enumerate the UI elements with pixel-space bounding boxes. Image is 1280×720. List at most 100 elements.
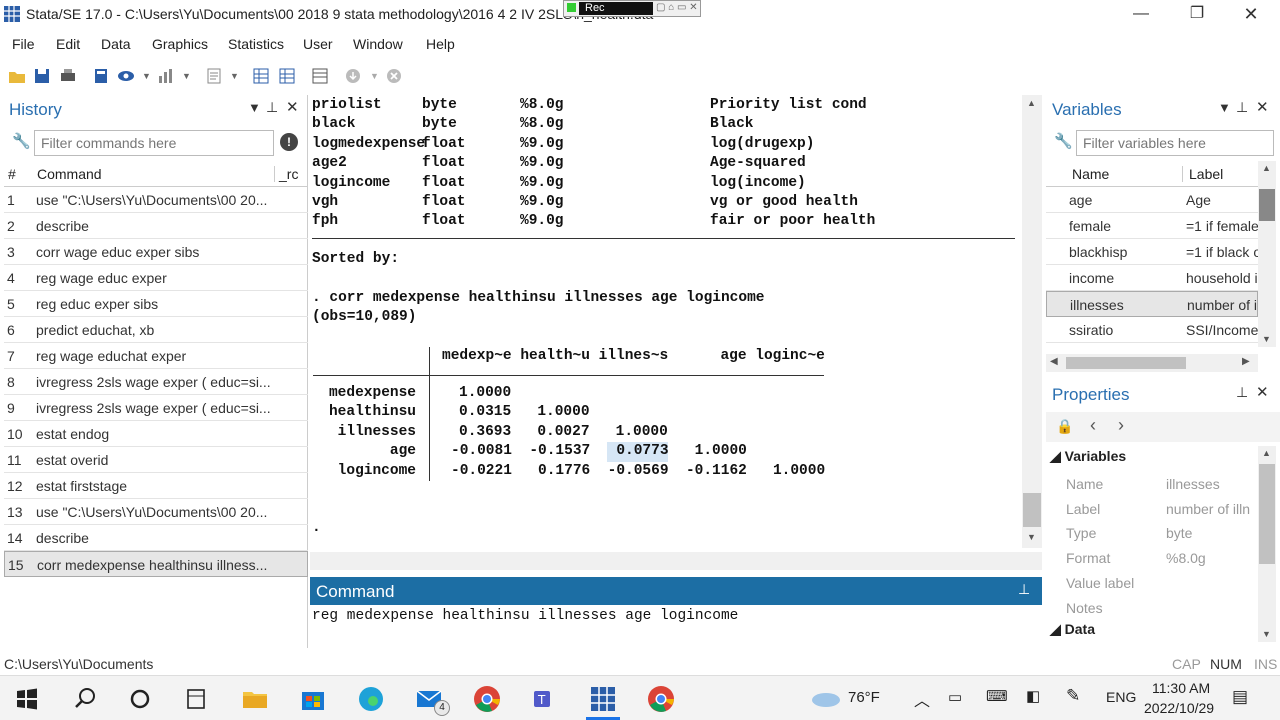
open-folder-icon[interactable]: [7, 66, 27, 86]
chevron-down-icon[interactable]: ▼: [142, 71, 151, 81]
scroll-down-icon[interactable]: ▼: [1027, 532, 1036, 542]
recorder-widget[interactable]: Rec ▢ ⌂ ▭ ✕: [563, 0, 701, 17]
scroll-thumb[interactable]: [1259, 464, 1275, 564]
scroll-thumb[interactable]: [1066, 357, 1186, 369]
notifications-icon[interactable]: ▤: [1232, 687, 1248, 707]
more-icon[interactable]: [343, 66, 363, 86]
tray-chevron-icon[interactable]: ︿: [914, 687, 930, 711]
scroll-up-icon[interactable]: ▲: [1262, 448, 1271, 458]
pen-icon[interactable]: ✎: [1066, 686, 1080, 706]
battery-icon[interactable]: ▭: [948, 688, 962, 706]
close-button[interactable]: ✕: [1228, 0, 1274, 30]
menu-statistics[interactable]: Statistics: [228, 36, 284, 52]
history-row[interactable]: 10 estat endog: [4, 421, 308, 447]
clock-date[interactable]: 2022/10/29: [1144, 700, 1214, 716]
property-row[interactable]: Notes: [1046, 597, 1258, 622]
wrench-icon[interactable]: 🔧: [1054, 132, 1073, 150]
weather-cloud-icon[interactable]: [810, 688, 842, 708]
menu-user[interactable]: User: [303, 36, 333, 52]
log-icon[interactable]: [91, 66, 111, 86]
history-row[interactable]: 9 ivregress 2sls wage exper ( educ=si...: [4, 395, 308, 421]
history-row[interactable]: 6 predict educhat, xb: [4, 317, 308, 343]
scroll-right-icon[interactable]: ▶: [1242, 356, 1250, 367]
menu-graphics[interactable]: Graphics: [152, 36, 208, 52]
property-row[interactable]: Type byte: [1046, 522, 1258, 547]
do-file-editor-icon[interactable]: [204, 66, 224, 86]
back-icon[interactable]: ‹: [1090, 415, 1096, 436]
variable-row[interactable]: ssiratio SSI/Income: [1046, 317, 1258, 343]
file-explorer-icon[interactable]: [240, 684, 270, 714]
history-row[interactable]: 3 corr wage educ exper sibs: [4, 239, 308, 265]
break-icon[interactable]: [384, 66, 404, 86]
print-icon[interactable]: [58, 66, 78, 86]
restore-button[interactable]: ❐: [1174, 0, 1220, 30]
command-input[interactable]: reg medexpense healthinsu illnesses age …: [312, 608, 738, 624]
chevron-down-icon[interactable]: ▼: [370, 71, 379, 81]
pin-icon[interactable]: ⊥: [1236, 384, 1248, 401]
properties-section-variables[interactable]: ◢ Variables: [1050, 448, 1126, 465]
scroll-up-icon[interactable]: ▲: [1262, 163, 1271, 173]
chevron-down-icon[interactable]: ▼: [230, 71, 239, 81]
menu-edit[interactable]: Edit: [56, 36, 80, 52]
edge-icon[interactable]: [356, 684, 386, 714]
clock-time[interactable]: 11:30 AM: [1152, 680, 1210, 696]
property-row[interactable]: Name illnesses: [1046, 473, 1258, 498]
chrome-icon[interactable]: [646, 684, 676, 714]
history-row[interactable]: 8 ivregress 2sls wage exper ( educ=si...: [4, 369, 308, 395]
volume-icon[interactable]: ◧: [1026, 687, 1040, 705]
close-icon[interactable]: ✕: [1256, 98, 1269, 116]
properties-section-data[interactable]: ◢ Data: [1050, 621, 1095, 638]
history-filter-input[interactable]: Filter commands here: [34, 130, 274, 156]
variable-row[interactable]: age Age: [1046, 187, 1258, 213]
data-browser-icon[interactable]: [277, 66, 297, 86]
close-icon[interactable]: ✕: [286, 98, 299, 116]
filter-icon[interactable]: ▼: [1218, 100, 1231, 115]
history-row[interactable]: 14 describe: [4, 525, 308, 551]
recorder-controls-icon[interactable]: ▢ ⌂ ▭ ✕: [656, 2, 698, 13]
history-row[interactable]: 5 reg educ exper sibs: [4, 291, 308, 317]
variables-hscrollbar[interactable]: ◀ ▶: [1046, 354, 1258, 372]
filter-icon[interactable]: ▼: [248, 100, 261, 115]
history-row[interactable]: 7 reg wage educhat exper: [4, 343, 308, 369]
variable-row[interactable]: blackhisp =1 if black o: [1046, 239, 1258, 265]
history-row[interactable]: 13 use "C:\Users\Yu\Documents\00 20...: [4, 499, 308, 525]
pin-icon[interactable]: ⊥: [266, 99, 278, 116]
data-editor-icon[interactable]: [251, 66, 271, 86]
history-row[interactable]: 15 corr medexpense healthinsu illness...: [4, 551, 308, 577]
results-scrollbar[interactable]: ▲ ▼: [1022, 95, 1042, 548]
save-icon[interactable]: [32, 66, 52, 86]
variable-row[interactable]: income household i: [1046, 265, 1258, 291]
history-row[interactable]: 11 estat overid: [4, 447, 308, 473]
forward-icon[interactable]: ›: [1118, 415, 1124, 436]
task-view-icon[interactable]: [125, 684, 155, 714]
widgets-icon[interactable]: [181, 684, 211, 714]
menu-data[interactable]: Data: [101, 36, 131, 52]
warning-icon[interactable]: !: [280, 133, 298, 151]
language-indicator[interactable]: ENG: [1106, 689, 1136, 705]
properties-scrollbar[interactable]: ▲ ▼: [1258, 446, 1276, 642]
menu-window[interactable]: Window: [353, 36, 403, 52]
scroll-up-icon[interactable]: ▲: [1027, 98, 1036, 108]
graph-icon[interactable]: [156, 66, 176, 86]
viewer-eye-icon[interactable]: [116, 66, 136, 86]
variable-row[interactable]: female =1 if female: [1046, 213, 1258, 239]
property-row[interactable]: Value label: [1046, 572, 1258, 597]
pin-icon[interactable]: ⊥: [1236, 99, 1248, 116]
scroll-thumb[interactable]: [1023, 493, 1041, 527]
menu-help[interactable]: Help: [426, 36, 455, 52]
network-icon[interactable]: ⌨: [986, 687, 1008, 705]
chrome-icon[interactable]: [472, 684, 502, 714]
scroll-thumb[interactable]: [1259, 189, 1275, 221]
property-row[interactable]: Label number of illn: [1046, 498, 1258, 523]
variables-filter-input[interactable]: Filter variables here: [1076, 130, 1274, 156]
variables-scrollbar[interactable]: ▲ ▼: [1258, 161, 1276, 347]
scroll-left-icon[interactable]: ◀: [1050, 356, 1058, 367]
store-icon[interactable]: [298, 684, 328, 714]
lock-icon[interactable]: 🔒: [1056, 418, 1073, 435]
history-row[interactable]: 1 use "C:\Users\Yu\Documents\00 20...: [4, 187, 308, 213]
pin-icon[interactable]: ⊥: [1018, 581, 1030, 598]
windows-start-icon[interactable]: [14, 684, 40, 714]
stata-taskbar-icon[interactable]: [588, 684, 618, 714]
scroll-down-icon[interactable]: ▼: [1262, 334, 1271, 344]
wrench-icon[interactable]: 🔧: [12, 132, 31, 150]
